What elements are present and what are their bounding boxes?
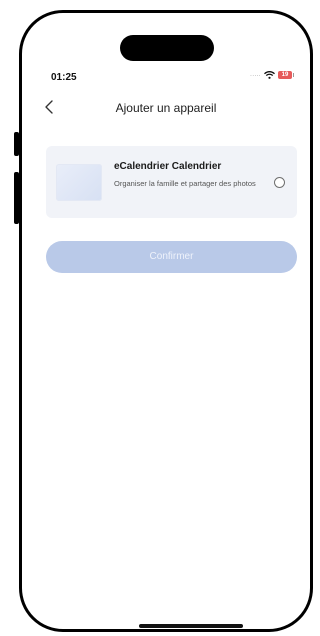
status-time: 01:25 [51,72,77,83]
phone-screen: 01:25 ..... 19 Ajouter un appareil eCale… [19,10,313,632]
device-option-card[interactable]: eCalendrier Calendrier Organiser la fami… [46,146,297,218]
page-title: Ajouter un appareil [115,101,217,115]
status-icons: ..... 19 [250,71,294,79]
device-thumbnail [56,164,102,201]
wifi-icon [264,71,275,79]
battery-icon: 19 [278,71,294,79]
home-indicator [139,624,243,628]
radio-unselected-icon[interactable] [274,177,285,188]
dynamic-island [120,35,214,61]
device-description: Organiser la famille et partager des pho… [114,179,256,188]
device-name: eCalendrier Calendrier [114,161,222,172]
signal-dots: ..... [250,72,261,78]
confirm-button[interactable]: Confirmer [46,241,297,273]
